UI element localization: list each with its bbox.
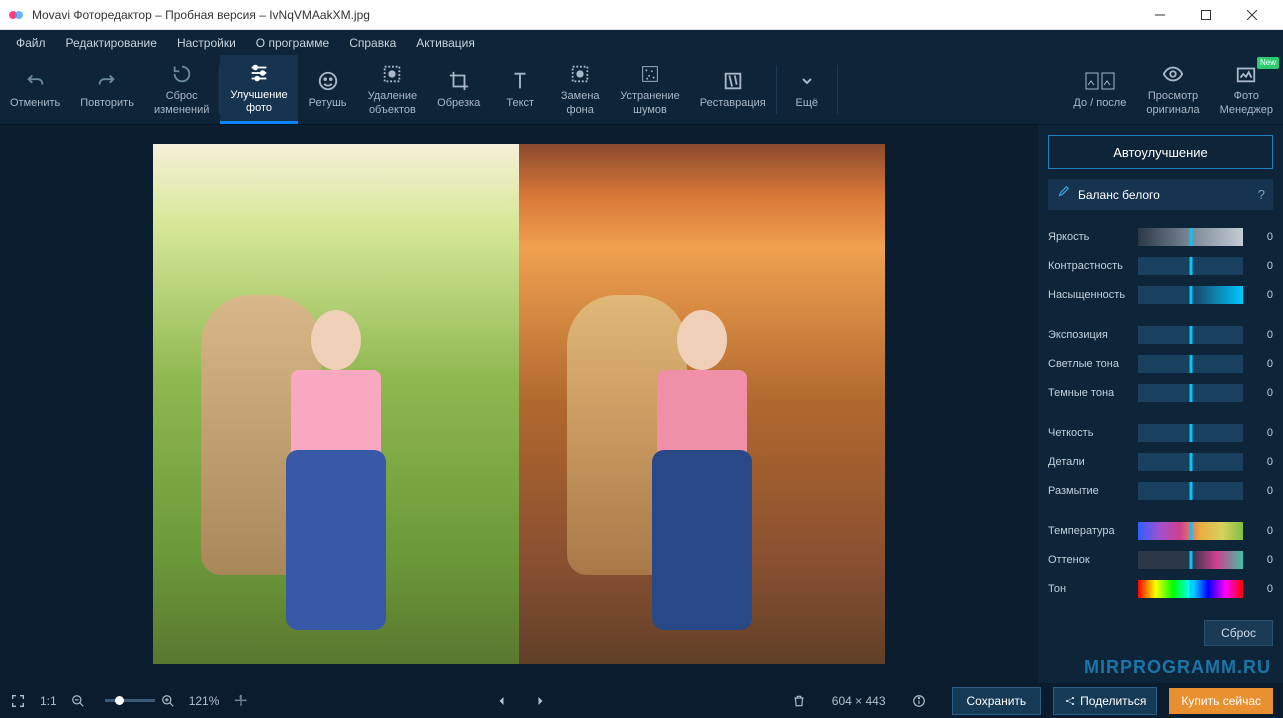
- zoom-slider[interactable]: [105, 699, 155, 702]
- contrast-slider[interactable]: Контрастность0: [1048, 253, 1273, 279]
- close-button[interactable]: [1229, 0, 1275, 30]
- titlebar: Movavi Фоторедактор – Пробная версия – I…: [0, 0, 1283, 30]
- eye-icon: [1162, 62, 1184, 86]
- highlights-slider[interactable]: Светлые тона0: [1048, 351, 1273, 377]
- save-button[interactable]: Сохранить: [952, 687, 1042, 715]
- enhance-button[interactable]: Улучшение фото: [220, 55, 297, 124]
- sharpness-slider[interactable]: Четкость0: [1048, 420, 1273, 446]
- menu-edit[interactable]: Редактирование: [56, 32, 167, 54]
- menu-help[interactable]: Справка: [339, 32, 406, 54]
- window-title: Movavi Фоторедактор – Пробная версия – I…: [32, 8, 1137, 22]
- temperature-slider[interactable]: Температура0: [1048, 518, 1273, 544]
- exposure-slider[interactable]: Экспозиция0: [1048, 322, 1273, 348]
- adjust-panel: Автоулучшение Баланс белого ? Яркость0 К…: [1038, 125, 1283, 683]
- menu-file[interactable]: Файл: [6, 32, 56, 54]
- share-button[interactable]: Поделиться: [1053, 687, 1157, 715]
- new-badge: New: [1257, 57, 1279, 69]
- menubar: Файл Редактирование Настройки О программ…: [0, 30, 1283, 55]
- text-button[interactable]: Текст: [490, 55, 550, 124]
- menu-activation[interactable]: Активация: [406, 32, 485, 54]
- reset-sliders-button[interactable]: Сброс: [1204, 620, 1273, 646]
- background-button[interactable]: Замена фона: [550, 55, 610, 124]
- pan-button[interactable]: [233, 693, 249, 709]
- compare-icon: [1085, 69, 1115, 93]
- delete-button[interactable]: [792, 694, 806, 708]
- canvas-area[interactable]: [0, 125, 1038, 683]
- next-button[interactable]: [534, 695, 546, 707]
- crop-icon: [448, 69, 470, 93]
- maximize-button[interactable]: [1183, 0, 1229, 30]
- prev-button[interactable]: [496, 695, 508, 707]
- app-logo-icon: [8, 7, 24, 23]
- more-button[interactable]: Ещё: [777, 55, 837, 124]
- statusbar: 1:1 121% 604 × 443 Сохранить Поделиться …: [0, 683, 1283, 718]
- minimize-button[interactable]: [1137, 0, 1183, 30]
- retouch-icon: [317, 69, 339, 93]
- scale-1to1-button[interactable]: 1:1: [40, 694, 57, 708]
- white-balance-picker[interactable]: Баланс белого ?: [1048, 179, 1273, 210]
- tint-slider[interactable]: Оттенок0: [1048, 547, 1273, 573]
- retouch-button[interactable]: Ретушь: [298, 55, 358, 124]
- menu-about[interactable]: О программе: [246, 32, 339, 54]
- restore-icon: [722, 69, 744, 93]
- after-image: [519, 144, 885, 664]
- toolbar: Отменить Повторить Сброс изменений Улучш…: [0, 55, 1283, 125]
- reset-icon: [171, 62, 193, 86]
- details-slider[interactable]: Детали0: [1048, 449, 1273, 475]
- noise-button[interactable]: Устранение шумов: [610, 55, 690, 124]
- zoom-in-button[interactable]: [161, 694, 175, 708]
- folder-icon: [1235, 62, 1257, 86]
- help-icon[interactable]: ?: [1258, 187, 1265, 202]
- main-area: Автоулучшение Баланс белого ? Яркость0 К…: [0, 125, 1283, 683]
- enhance-icon: [248, 61, 270, 85]
- reset-changes-button[interactable]: Сброс изменений: [144, 55, 219, 124]
- remove-objects-button[interactable]: Удаление объектов: [358, 55, 428, 124]
- chevron-down-icon: [799, 69, 815, 93]
- dimensions-label: 604 × 443: [832, 694, 886, 708]
- hue-slider[interactable]: Тон0: [1048, 576, 1273, 602]
- noise-icon: [639, 62, 661, 86]
- zoom-out-button[interactable]: [71, 694, 85, 708]
- redo-button[interactable]: Повторить: [70, 55, 144, 124]
- blur-slider[interactable]: Размытие0: [1048, 478, 1273, 504]
- menu-settings[interactable]: Настройки: [167, 32, 246, 54]
- zoom-value: 121%: [189, 694, 220, 708]
- info-button[interactable]: [912, 694, 926, 708]
- share-icon: [1064, 695, 1076, 707]
- brightness-slider[interactable]: Яркость0: [1048, 224, 1273, 250]
- undo-button[interactable]: Отменить: [0, 55, 70, 124]
- before-after-preview: [153, 144, 885, 664]
- eyedropper-icon: [1056, 185, 1070, 204]
- fullscreen-button[interactable]: [10, 693, 26, 709]
- text-icon: [509, 69, 531, 93]
- crop-button[interactable]: Обрезка: [427, 55, 490, 124]
- saturation-slider[interactable]: Насыщенность0: [1048, 282, 1273, 308]
- remove-icon: [381, 62, 403, 86]
- redo-icon: [96, 69, 118, 93]
- buy-button[interactable]: Купить сейчас: [1169, 688, 1273, 714]
- before-after-button[interactable]: До / после: [1063, 55, 1136, 124]
- undo-icon: [24, 69, 46, 93]
- auto-enhance-button[interactable]: Автоулучшение: [1048, 135, 1273, 169]
- restore-button[interactable]: Реставрация: [690, 55, 776, 124]
- view-original-button[interactable]: Просмотр оригинала: [1136, 55, 1209, 124]
- before-image: [153, 144, 519, 664]
- photo-manager-button[interactable]: New Фото Менеджер: [1210, 55, 1283, 124]
- shadows-slider[interactable]: Темные тона0: [1048, 380, 1273, 406]
- background-icon: [569, 62, 591, 86]
